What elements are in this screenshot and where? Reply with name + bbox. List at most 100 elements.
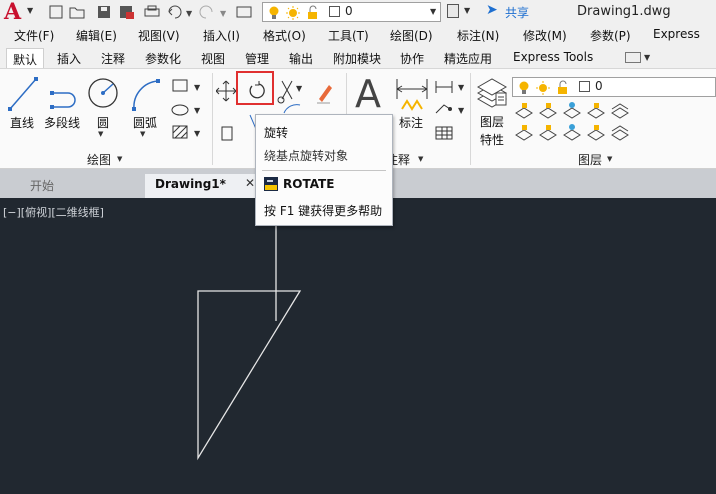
doc-tab-drawing1-label: Drawing1*	[155, 177, 226, 191]
draw-panel-label[interactable]: 绘图	[87, 151, 111, 168]
tooltip-command: ROTATE	[283, 177, 335, 191]
text-button[interactable]: A	[352, 72, 388, 116]
share-button[interactable]: 共享	[505, 4, 529, 21]
rotate-button-highlight[interactable]	[236, 71, 274, 105]
layer-on-bulb-icon	[269, 6, 279, 16]
menu-express[interactable]: Express	[653, 27, 700, 41]
layer-dropdown-value: 0	[595, 79, 603, 93]
draw-panel-chevron-icon[interactable]: ▼	[117, 155, 122, 163]
layers-panel-chevron-icon[interactable]: ▼	[607, 155, 612, 163]
svg-text:▼: ▼	[194, 83, 201, 92]
svg-text:▼: ▼	[458, 106, 465, 115]
layer-properties-button[interactable]	[474, 75, 510, 115]
arc-icon	[132, 79, 160, 111]
linear-dim-icon	[435, 81, 453, 93]
layers-panel-label[interactable]: 图层	[578, 151, 602, 168]
tab-parametric[interactable]: 参数化	[145, 50, 181, 67]
menu-dimension[interactable]: 标注(N)	[457, 27, 499, 44]
close-tab-icon[interactable]: ✕	[245, 176, 255, 190]
layer-tool-icons	[515, 102, 629, 141]
drawing-canvas[interactable]: [−][俯视][二维线框]	[0, 198, 716, 494]
qat-more-chevron-icon[interactable]: ▼	[464, 6, 470, 15]
layer-dropdown-state-icons	[519, 80, 567, 95]
svg-text:▼: ▼	[458, 83, 465, 92]
svg-text:A: A	[355, 73, 381, 113]
annotation-panel-chevron-icon[interactable]: ▼	[418, 155, 423, 163]
table-icon	[435, 126, 453, 140]
move-icon	[216, 80, 237, 102]
dimension-label: 标注	[399, 116, 424, 130]
menu-file[interactable]: 文件(F)	[14, 27, 54, 44]
layer-dropdown-color-swatch	[579, 81, 590, 92]
menu-format[interactable]: 格式(O)	[263, 27, 306, 44]
layer-unlock-icon	[308, 12, 317, 19]
menu-view[interactable]: 视图(V)	[138, 27, 180, 44]
line-label: 直线	[10, 116, 35, 130]
app-menu-chevron-icon[interactable]: ▼	[27, 6, 33, 15]
svg-text:▼: ▼	[220, 9, 227, 18]
layer-dropdown[interactable]: 0	[512, 77, 716, 97]
tab-insert[interactable]: 插入	[57, 50, 81, 67]
panel-separator	[470, 73, 471, 165]
tab-output[interactable]: 输出	[289, 50, 313, 67]
ellipse-icon	[171, 104, 189, 116]
menu-modify[interactable]: 修改(M)	[523, 27, 567, 44]
quick-access-icons: ▼ ▼	[49, 5, 252, 19]
quick-access-toolbar: ▼ ▼	[48, 3, 258, 21]
menu-parametric[interactable]: 参数(P)	[590, 27, 631, 44]
tooltip-divider	[262, 170, 386, 171]
doc-tab-start-label: 开始	[30, 179, 55, 193]
menu-bar: 文件(F) 编辑(E) 视图(V) 插入(I) 格式(O) 工具(T) 绘图(D…	[0, 25, 716, 46]
menu-tools[interactable]: 工具(T)	[328, 27, 369, 44]
open-icon	[69, 7, 85, 19]
text-icon: A	[355, 72, 381, 116]
tab-view[interactable]: 视图	[201, 50, 225, 67]
erase-icon	[319, 85, 332, 102]
title-bar: A ▼ ▼ ▼ 0 ▼ ▼ ➤ 共享 Drawing1.dwg	[0, 0, 716, 25]
dimension-button[interactable]	[394, 77, 430, 115]
ribbon-options-chevron-icon[interactable]: ▼	[644, 53, 650, 62]
app-logo[interactable]: A	[4, 0, 21, 25]
panel-separator	[212, 73, 213, 165]
circle-label: 圆	[97, 116, 110, 130]
layer-tools	[515, 102, 629, 141]
tab-default[interactable]: 默认	[6, 48, 45, 68]
layer-properties-label-line2: 特性	[480, 133, 505, 147]
tab-manage[interactable]: 管理	[245, 50, 269, 67]
doc-tab-start[interactable]: 开始	[20, 174, 140, 198]
tab-collaborate[interactable]: 协作	[400, 50, 424, 67]
ribbon-minimize-icon[interactable]	[625, 52, 641, 63]
line-icon	[8, 77, 38, 111]
new-icon	[49, 5, 63, 19]
drawing-geometry	[197, 226, 302, 461]
plot-icon	[236, 6, 252, 18]
undo-icon	[168, 5, 182, 19]
tab-express-tools[interactable]: Express Tools	[513, 50, 593, 64]
layer-properties-label-line1: 图层	[480, 115, 505, 129]
fillet-icon	[283, 104, 301, 114]
layer-quick-dropdown[interactable]: 0 ▼	[262, 2, 441, 22]
copy-icon	[221, 126, 233, 141]
tab-addins[interactable]: 附加模块	[333, 50, 381, 67]
svg-text:▼: ▼	[296, 84, 303, 93]
layer-thaw-sun-icon	[289, 9, 297, 17]
circle-chevron-icon[interactable]: ▼	[98, 130, 103, 138]
arc-label: 圆弧	[133, 116, 158, 130]
svg-text:▼: ▼	[194, 106, 201, 115]
trim-icon	[281, 80, 293, 100]
layer-panel-toggle-icon[interactable]	[447, 4, 459, 18]
arc-chevron-icon[interactable]: ▼	[140, 130, 145, 138]
redo-icon	[199, 5, 213, 19]
share-icon[interactable]: ➤	[486, 2, 498, 18]
layer-dropdown-chevron-icon[interactable]: ▼	[430, 7, 436, 16]
menu-insert[interactable]: 插入(I)	[203, 27, 240, 44]
polyline-label: 多段线	[44, 116, 81, 130]
tab-featured-apps[interactable]: 精选应用	[444, 50, 492, 67]
svg-text:▼: ▼	[186, 9, 193, 18]
leader-icon	[435, 104, 451, 114]
menu-edit[interactable]: 编辑(E)	[76, 27, 117, 44]
ribbon-tab-bar: 默认 插入 注释 参数化 视图 管理 输出 附加模块 协作 精选应用 Expre…	[0, 46, 716, 68]
menu-draw[interactable]: 绘图(D)	[390, 27, 433, 44]
tab-annotate[interactable]: 注释	[101, 50, 125, 67]
layer-color-swatch	[329, 6, 340, 17]
